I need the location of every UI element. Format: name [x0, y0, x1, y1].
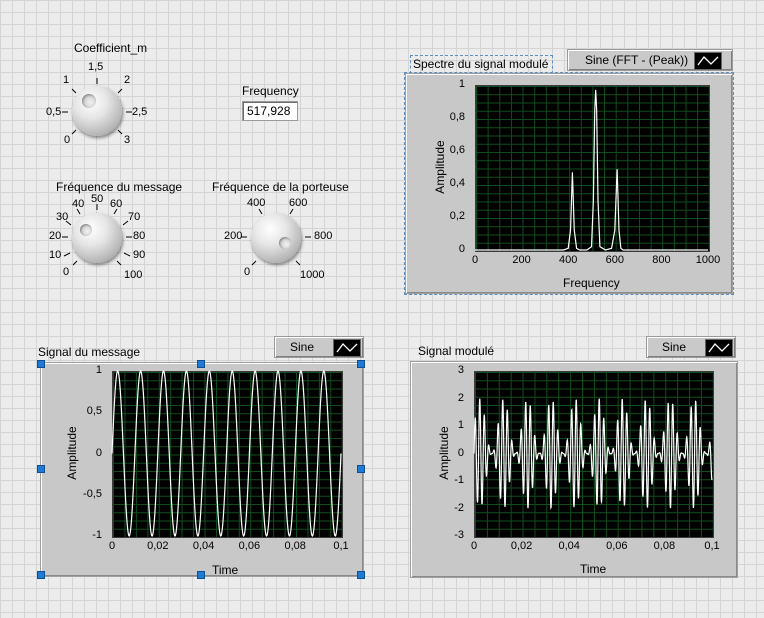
axis-tick-label: 0,04 — [192, 540, 215, 552]
line-style-icon — [694, 52, 722, 70]
axis-tick-label: -0,5 — [83, 487, 102, 500]
resize-handle[interactable] — [357, 571, 365, 579]
resize-handle[interactable] — [37, 360, 45, 368]
message-plot-title: Signal du message — [38, 345, 141, 359]
axis-tick-label: 600 — [605, 254, 624, 266]
spectrum-title: Spectre du signal modulé — [413, 57, 549, 71]
line-style-icon — [705, 339, 733, 357]
axis-tick-label: 0,1 — [333, 540, 349, 552]
axis-tick-label: 0,5 — [86, 405, 102, 418]
axis-tick-label: 1 — [95, 364, 102, 376]
axis-tick-label: 0,02 — [510, 540, 533, 552]
axis-tick-label: 0 — [95, 446, 102, 459]
resize-handle[interactable] — [197, 360, 205, 368]
resize-handle[interactable] — [37, 571, 45, 579]
axis-tick-label: 2 — [457, 391, 464, 404]
axis-tick-label: 0,06 — [238, 540, 261, 552]
axis-tick-label: 200 — [512, 254, 531, 266]
spectrum-x-axis-label: Frequency — [563, 276, 620, 290]
axis-tick-label: 0,08 — [284, 540, 306, 552]
resize-handle[interactable] — [37, 465, 45, 473]
axis-tick-label: 0,8 — [449, 111, 465, 123]
axis-tick-label: -1 — [92, 529, 102, 541]
axis-tick-label: 0 — [108, 540, 116, 552]
axis-tick-label: 0,1 — [704, 540, 720, 552]
carrier-frequency-knob[interactable] — [251, 213, 301, 263]
spectrum-y-axis-label: Amplitude — [433, 140, 447, 194]
axis-tick-label: 1 — [457, 419, 464, 431]
modulated-plot-legend[interactable]: Sine — [646, 336, 736, 358]
axis-tick-label: 0,02 — [147, 540, 169, 552]
spectrum-plot — [475, 89, 708, 251]
message-series-line — [111, 370, 342, 537]
axis-tick-label: 0 — [458, 243, 465, 255]
axis-tick-label: 0,2 — [449, 210, 465, 222]
message-plot-legend[interactable]: Sine — [274, 336, 364, 358]
modulated-plot-title: Signal modulé — [418, 344, 495, 358]
axis-tick-label: 0,08 — [653, 540, 676, 552]
modulated-x-axis-label: Time — [580, 562, 607, 576]
axis-tick-label: 1000 — [695, 254, 721, 266]
spectrum-title-box: Spectre du signal modulé — [410, 55, 553, 74]
axis-tick-label: 0 — [471, 254, 479, 266]
knob-indicator — [279, 237, 291, 249]
spectrum-plot-legend[interactable]: Sine (FFT - (Peak)) — [567, 49, 733, 71]
message-y-axis-label: Amplitude — [65, 426, 79, 480]
axis-tick-label: 400 — [559, 254, 578, 266]
axis-tick-label: 0,04 — [558, 540, 580, 552]
axis-tick-label: 800 — [652, 254, 671, 266]
axis-tick-label: 3 — [457, 364, 464, 376]
legend-label: Sine (FFT - (Peak)) — [585, 53, 689, 67]
axis-tick-label: 1 — [458, 78, 465, 90]
modulated-series-line — [473, 398, 713, 510]
axis-tick-label: 0 — [457, 446, 464, 459]
axis-tick-label: -3 — [454, 529, 464, 541]
axis-tick-label: 0 — [470, 540, 478, 552]
axis-tick-label: -2 — [454, 501, 464, 514]
legend-label: Sine — [662, 340, 687, 354]
axis-tick-label: 0,06 — [606, 540, 628, 552]
modulated-plot — [473, 398, 713, 510]
axis-tick-label: 0,6 — [449, 144, 465, 156]
line-style-icon — [333, 339, 361, 357]
message-plot — [111, 370, 342, 537]
message-x-axis-label: Time — [212, 563, 239, 577]
resize-handle[interactable] — [357, 360, 365, 368]
resize-handle[interactable] — [357, 465, 365, 473]
axis-tick-label: 0,4 — [449, 177, 465, 189]
spectrum-series-line — [475, 89, 708, 251]
legend-label: Sine — [290, 340, 315, 354]
modulated-y-axis-label: Amplitude — [437, 426, 451, 480]
resize-handle[interactable] — [197, 571, 205, 579]
axis-tick-label: -1 — [454, 474, 464, 486]
